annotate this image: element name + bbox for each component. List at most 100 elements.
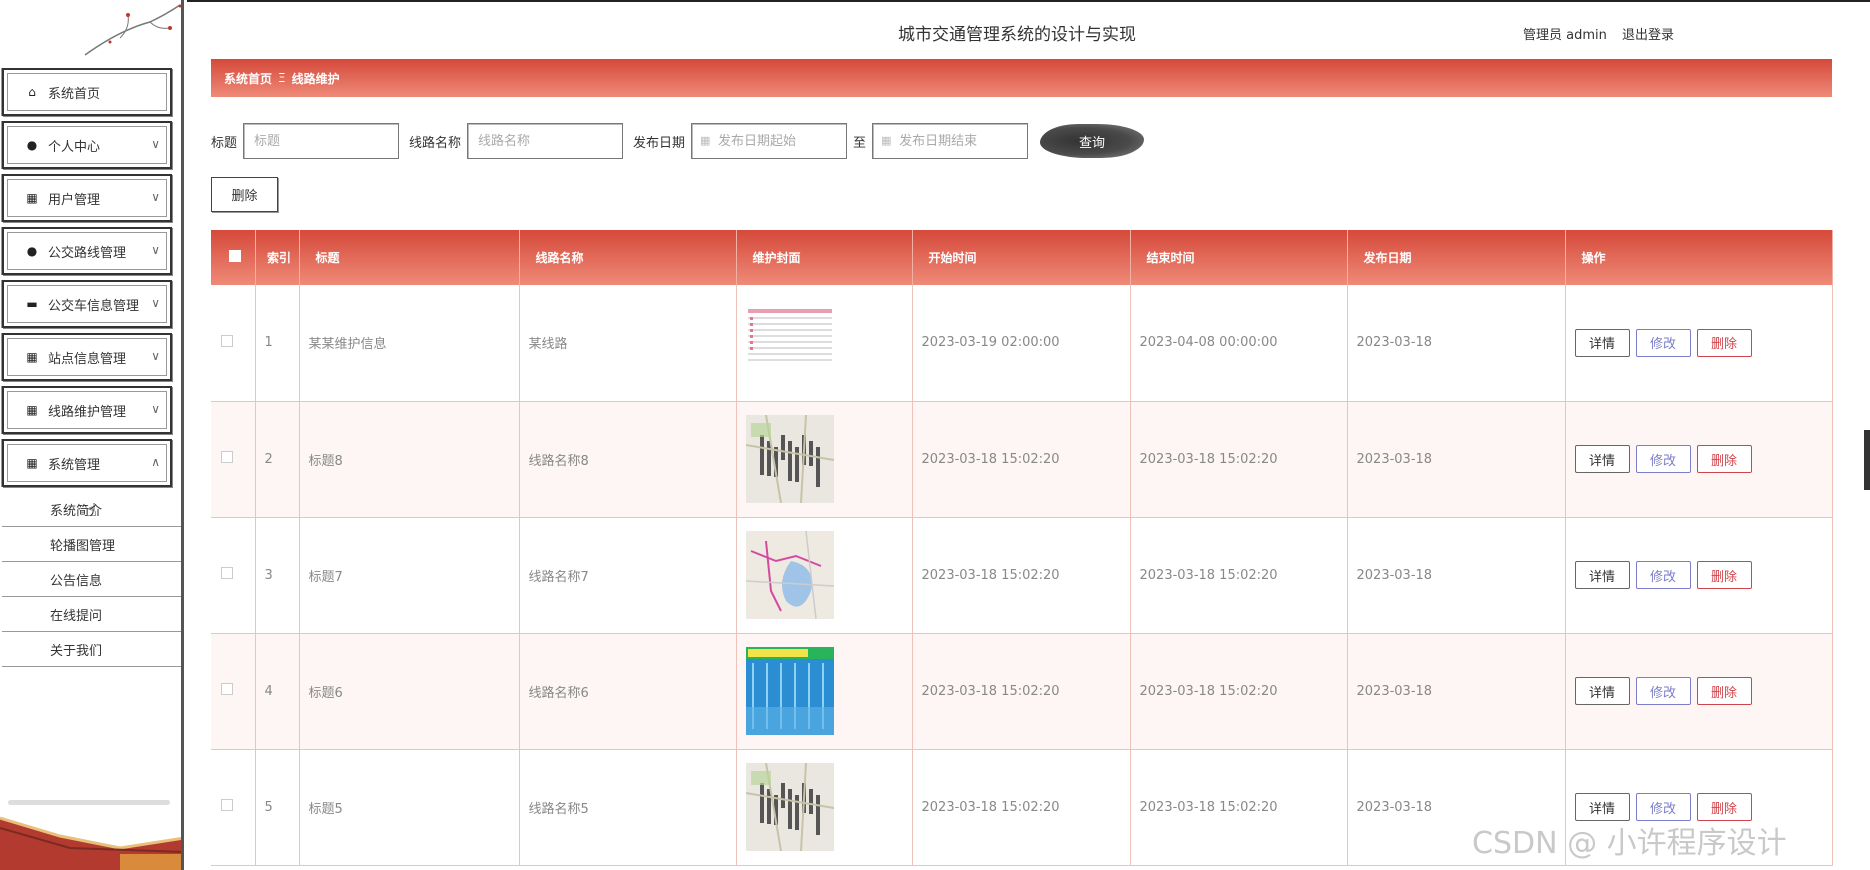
chevron-down-icon: ∨ xyxy=(151,137,160,151)
column-header: 标题 xyxy=(299,230,520,285)
column-header: 开始时间 xyxy=(912,230,1131,285)
select-all-checkbox[interactable] xyxy=(229,250,241,262)
query-button[interactable]: 查询 xyxy=(1040,124,1145,158)
row-checkbox[interactable] xyxy=(221,334,233,347)
detail-button[interactable]: 详情 xyxy=(1574,793,1630,821)
route-name-input[interactable] xyxy=(467,123,624,159)
sidebar-item-label: 公交路线管理 xyxy=(48,245,127,261)
sidebar-item-label: 系统首页 xyxy=(48,86,101,102)
submenu-item[interactable]: 轮播图管理 xyxy=(2,527,181,562)
sidebar-item[interactable]: ▦ 用户管理 ∨ xyxy=(2,174,172,222)
breadcrumb-home[interactable]: 系统首页 xyxy=(224,70,272,87)
detail-button[interactable]: 详情 xyxy=(1574,561,1630,589)
column-header: 线路名称 xyxy=(519,230,737,285)
person-icon: ● xyxy=(26,244,38,258)
row-checkbox[interactable] xyxy=(221,683,233,695)
select-all-header[interactable] xyxy=(211,230,256,285)
sidebar-item[interactable]: ● 个人中心 ∨ xyxy=(2,121,172,169)
sidebar-item[interactable]: ▦ 系统管理 ∧ xyxy=(2,439,172,487)
maintenance-cover-image[interactable] xyxy=(745,647,834,735)
sidebar-item[interactable]: ▬ 公交车信息管理 ∨ xyxy=(2,280,172,328)
end-time-cell: 2023-03-18 15:02:20 xyxy=(1130,517,1348,634)
route-name-cell: 线路名称5 xyxy=(519,749,737,866)
sidebar-scrollbar[interactable] xyxy=(8,800,170,805)
top-header: 城市交通管理系统的设计与实现 管理员 admin 退出登录 xyxy=(187,0,1870,60)
delete-button[interactable]: 删除 xyxy=(1696,793,1752,821)
table-row: 4 标题6 线路名称6 2023-03-18 15:02:20 2023-03-… xyxy=(211,633,1833,750)
delete-button[interactable]: 删除 xyxy=(1696,561,1752,589)
row-select-cell[interactable] xyxy=(211,517,256,634)
maintenance-cover-image[interactable] xyxy=(745,531,834,619)
submenu-item[interactable]: 在线提问 xyxy=(2,597,181,632)
publish-date-cell: 2023-03-18 xyxy=(1347,401,1566,518)
row-select-cell[interactable] xyxy=(211,401,256,518)
column-header: 结束时间 xyxy=(1130,230,1348,285)
sidebar-item[interactable]: ● 公交路线管理 ∨ xyxy=(2,227,172,275)
row-checkbox[interactable] xyxy=(221,451,233,463)
current-user: 管理员 admin xyxy=(1523,28,1607,43)
table-row: 1 某某维护信息 某线路 2023-03-19 02:00:00 2023-04… xyxy=(211,285,1833,402)
sidebar-item[interactable]: ▦ 站点信息管理 ∨ xyxy=(2,333,172,381)
edit-button[interactable]: 修改 xyxy=(1635,793,1691,821)
date-start-field: ▦ xyxy=(691,123,848,159)
table-row: 2 标题8 线路名称8 2023-03-18 15:02:20 2023-03-… xyxy=(211,401,1833,518)
edit-button[interactable]: 修改 xyxy=(1635,445,1691,473)
index-cell: 1 xyxy=(255,285,300,402)
index-cell: 5 xyxy=(255,749,300,866)
date-end-input[interactable] xyxy=(872,123,1029,159)
breadcrumb-current: 线路维护 xyxy=(291,71,340,86)
publish-date-cell: 2023-03-18 xyxy=(1347,517,1566,634)
detail-button[interactable]: 详情 xyxy=(1574,677,1630,705)
cover-cell xyxy=(736,633,913,750)
row-checkbox[interactable] xyxy=(221,799,233,811)
row-select-cell[interactable] xyxy=(211,633,256,750)
column-header: 发布日期 xyxy=(1347,230,1566,285)
title-cell: 标题7 xyxy=(299,517,520,634)
maintenance-cover-image[interactable] xyxy=(745,298,834,387)
logout-link[interactable]: 退出登录 xyxy=(1622,24,1674,43)
row-select-cell[interactable] xyxy=(211,749,256,866)
date-start-input[interactable] xyxy=(691,123,848,159)
batch-delete-button[interactable]: 删除 xyxy=(211,177,278,212)
sidebar-item-label: 线路维护管理 xyxy=(48,404,127,420)
page-scrollbar[interactable] xyxy=(1864,430,1870,490)
maintenance-cover-image[interactable] xyxy=(745,415,834,503)
delete-button[interactable]: 删除 xyxy=(1696,328,1752,357)
publish-date-label: 发布日期 xyxy=(633,135,686,151)
row-select-cell[interactable] xyxy=(211,285,256,402)
edit-button[interactable]: 修改 xyxy=(1635,677,1691,705)
end-time-cell: 2023-03-18 15:02:20 xyxy=(1130,401,1348,518)
delete-button[interactable]: 删除 xyxy=(1696,445,1752,473)
date-range-separator: 至 xyxy=(853,135,867,151)
edit-button[interactable]: 修改 xyxy=(1635,561,1691,589)
start-time-cell: 2023-03-18 15:02:20 xyxy=(912,633,1131,750)
sidebar-item[interactable]: ▦ 线路维护管理 ∨ xyxy=(2,386,172,434)
delete-button[interactable]: 删除 xyxy=(1696,677,1752,705)
route-name-cell: 线路名称7 xyxy=(519,517,737,634)
start-time-cell: 2023-03-18 15:02:20 xyxy=(912,749,1131,866)
chevron-down-icon: ∨ xyxy=(151,402,160,416)
start-time-cell: 2023-03-18 15:02:20 xyxy=(912,517,1131,634)
plum-branch-decoration xyxy=(84,4,181,56)
submenu-item[interactable]: 关于我们 xyxy=(2,632,181,667)
route-name-cell: 某线路 xyxy=(519,285,737,402)
maintenance-cover-image[interactable] xyxy=(745,763,834,851)
cover-cell xyxy=(736,285,913,402)
grid-icon: ▦ xyxy=(26,191,38,205)
submenu-item[interactable]: 公告信息 xyxy=(2,562,181,597)
sidebar-item[interactable]: ⌂ 系统首页 xyxy=(2,68,172,116)
detail-button[interactable]: 详情 xyxy=(1574,328,1630,357)
detail-button[interactable]: 详情 xyxy=(1574,445,1630,473)
palace-roof-decoration xyxy=(0,816,181,870)
edit-button[interactable]: 修改 xyxy=(1635,328,1691,357)
column-header: 操作 xyxy=(1565,230,1833,285)
breadcrumb-separator-icon: Ξ xyxy=(278,71,286,85)
search-bar: 标题 线路名称 发布日期 ▦ 至 ▦ 查询 xyxy=(211,123,1145,159)
row-checkbox[interactable] xyxy=(221,567,233,579)
column-header: 索引 xyxy=(255,230,300,285)
title-input[interactable] xyxy=(243,123,400,159)
watermark: CSDN @ 小许程序设计 xyxy=(1472,826,1787,861)
actions-cell: 详情 修改 删除 xyxy=(1565,285,1833,402)
publish-date-cell: 2023-03-18 xyxy=(1347,285,1566,402)
cover-cell xyxy=(736,749,913,866)
